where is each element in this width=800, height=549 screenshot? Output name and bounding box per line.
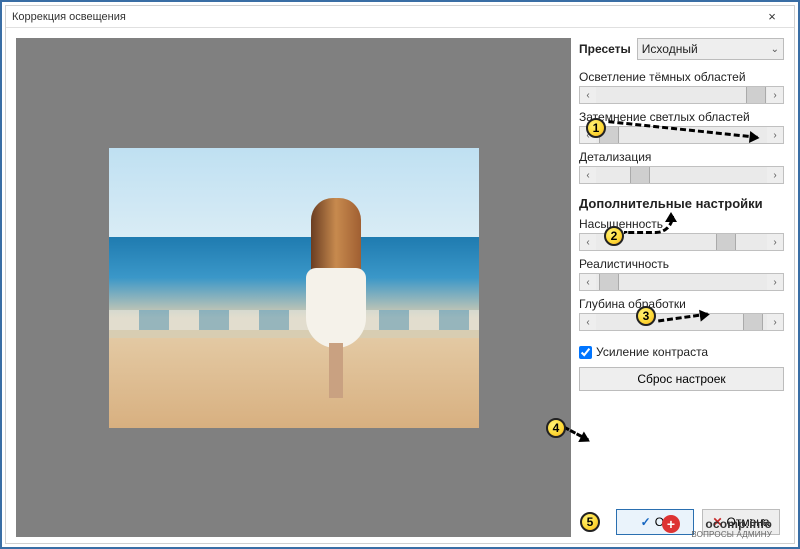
slider-thumb — [746, 87, 766, 103]
presets-label: Пресеты — [579, 42, 631, 56]
callout-1: 1 — [586, 118, 606, 138]
presets-selected-value: Исходный — [642, 42, 698, 56]
window-close-button[interactable]: × — [752, 7, 792, 27]
slider-left-arrow-icon[interactable]: ‹ — [580, 90, 596, 101]
slider-right-arrow-icon[interactable]: › — [767, 90, 783, 101]
watermark-plus-icon: + — [662, 515, 680, 533]
presets-select[interactable]: Исходный ⌄ — [637, 38, 784, 60]
preview-image — [109, 148, 479, 428]
slider-lighten[interactable]: ‹ › — [579, 86, 784, 104]
preview-beach — [109, 338, 479, 428]
window-title: Коррекция освещения — [12, 11, 126, 23]
contrast-boost-label: Усиление контраста — [596, 345, 708, 359]
watermark-line2: ВОПРОСЫ АДМИНУ — [691, 531, 772, 539]
dialog-window: Коррекция освещения × — [5, 5, 795, 544]
presets-row: Пресеты Исходный ⌄ — [579, 38, 784, 60]
slider-right-arrow-icon[interactable]: › — [767, 237, 783, 248]
callout-4: 4 — [546, 418, 566, 438]
watermark: ocomp.info ВОПРОСЫ АДМИНУ — [691, 518, 772, 539]
ok-button[interactable]: ✓ Ок — [616, 509, 694, 535]
slider-left-arrow-icon[interactable]: ‹ — [580, 277, 596, 288]
slider-realism-input[interactable]: ‹ › — [579, 273, 784, 291]
watermark-line1: ocomp.info — [691, 518, 772, 531]
slider-detail: Детализация ‹ › — [579, 150, 784, 184]
callout-5: 5 — [580, 512, 600, 532]
check-icon: ✓ — [641, 515, 651, 529]
dialog-body: Пресеты Исходный ⌄ Осветление тёмных обл… — [6, 28, 794, 543]
slider-right-arrow-icon[interactable]: › — [767, 130, 783, 141]
preview-person — [301, 198, 371, 398]
slider-left-arrow-icon[interactable]: ‹ — [580, 317, 596, 328]
contrast-boost-checkbox[interactable] — [579, 346, 592, 359]
slider-right-arrow-icon[interactable]: › — [767, 170, 783, 181]
slider-lighten-dark-areas: Осветление тёмных областей ‹ › — [579, 70, 784, 104]
slider-thumb — [630, 167, 650, 183]
slider-detail-input[interactable]: ‹ › — [579, 166, 784, 184]
slider-right-arrow-icon[interactable]: › — [767, 317, 783, 328]
controls-panel: Пресеты Исходный ⌄ Осветление тёмных обл… — [579, 38, 784, 537]
preview-waves — [109, 310, 479, 330]
slider-thumb — [716, 234, 736, 250]
slider-left-arrow-icon[interactable]: ‹ — [580, 237, 596, 248]
additional-settings-heading: Дополнительные настройки — [579, 196, 784, 211]
slider-right-arrow-icon[interactable]: › — [767, 277, 783, 288]
image-preview-area — [16, 38, 571, 537]
chevron-down-icon: ⌄ — [771, 44, 779, 55]
titlebar: Коррекция освещения × — [6, 6, 794, 28]
slider-thumb — [599, 274, 619, 290]
callout-2: 2 — [604, 226, 624, 246]
preview-sky — [109, 148, 479, 238]
screenshot-frame: Коррекция освещения × — [0, 0, 800, 549]
contrast-boost-checkbox-row[interactable]: Усиление контраста — [579, 345, 784, 359]
slider-left-arrow-icon[interactable]: ‹ — [580, 170, 596, 181]
slider-thumb — [743, 314, 763, 330]
reset-settings-button[interactable]: Сброс настроек — [579, 367, 784, 391]
slider-processing-depth: Глубина обработки ‹ › — [579, 297, 784, 331]
callout-3: 3 — [636, 306, 656, 326]
slider-realism: Реалистичность ‹ › — [579, 257, 784, 291]
